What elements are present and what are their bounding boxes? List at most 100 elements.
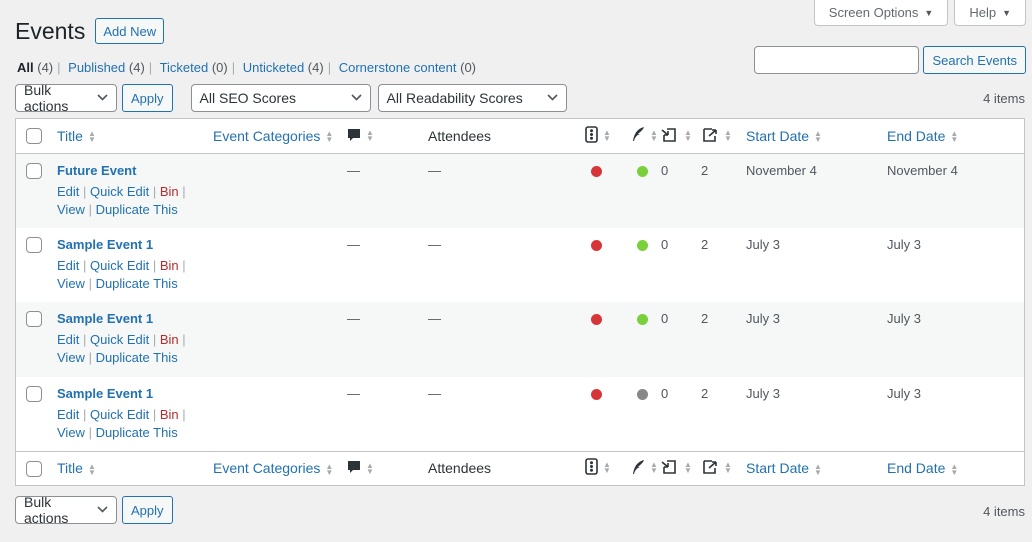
help-button[interactable]: Help ▼ [954, 0, 1026, 26]
bulk-actions-select[interactable]: Bulk actions [15, 82, 117, 114]
apply-button[interactable]: Apply [122, 496, 173, 524]
title-cell: Sample Event 1 Edit | Quick Edit | Bin |… [53, 228, 209, 303]
duplicate-link[interactable]: Duplicate This [96, 425, 178, 440]
chevron-down-icon [97, 504, 108, 516]
quick-edit-link[interactable]: Quick Edit [90, 184, 149, 199]
column-incoming-links[interactable]: ▲ ▼ [657, 119, 697, 154]
column-readability[interactable]: ▲ ▼ [627, 450, 658, 485]
duplicate-link[interactable]: Duplicate This [96, 202, 178, 217]
outgoing-links-cell: 2 [701, 311, 709, 326]
sort-arrows-icon: ▲ ▼ [325, 461, 334, 477]
quick-edit-link[interactable]: Quick Edit [90, 258, 149, 273]
title-cell: Future Event Edit | Quick Edit | Bin | V… [53, 153, 209, 228]
column-end-date-label[interactable]: End Date [887, 460, 945, 476]
edit-link[interactable]: Edit [57, 407, 79, 422]
traffic-light-icon [585, 458, 598, 478]
column-start-date-label[interactable]: Start Date [746, 128, 809, 144]
bin-link[interactable]: Bin [160, 184, 179, 199]
column-end-date-label[interactable]: End Date [887, 128, 945, 144]
event-title-link[interactable]: Sample Event 1 [57, 386, 153, 401]
add-new-button[interactable]: Add New [95, 18, 165, 44]
view-link[interactable]: View [57, 350, 85, 365]
row-checkbox[interactable] [26, 162, 42, 179]
bin-link[interactable]: Bin [160, 407, 179, 422]
column-title-label[interactable]: Title [57, 128, 83, 144]
search-events-button[interactable]: Search Events [923, 46, 1026, 74]
start-date-cell: July 3 [746, 236, 780, 252]
column-outgoing-links[interactable]: ▲ ▼ [697, 450, 742, 485]
categories-cell [209, 228, 343, 303]
column-start-date[interactable]: Start Date ▲ ▼ [742, 119, 883, 154]
filter-cornerstone[interactable]: Cornerstone content [339, 60, 457, 75]
column-seo-score[interactable]: ▲ ▼ [581, 450, 627, 485]
categories-cell [209, 153, 343, 228]
column-end-date[interactable]: End Date ▲ ▼ [883, 119, 1024, 154]
edit-link[interactable]: Edit [57, 258, 79, 273]
event-title-link[interactable]: Sample Event 1 [57, 237, 153, 252]
filter-all[interactable]: All [17, 60, 34, 75]
quick-edit-link[interactable]: Quick Edit [90, 407, 149, 422]
bin-link[interactable]: Bin [160, 258, 179, 273]
column-title[interactable]: Title ▲ ▼ [53, 119, 209, 154]
view-link[interactable]: View [57, 202, 85, 217]
sort-arrows-icon: ▲ ▼ [87, 461, 96, 477]
duplicate-link[interactable]: Duplicate This [96, 350, 178, 365]
select-all-checkbox[interactable] [26, 460, 42, 477]
bulk-actions-value: Bulk actions [24, 82, 69, 114]
column-start-date[interactable]: Start Date ▲ ▼ [742, 450, 883, 485]
column-title[interactable]: Title ▲ ▼ [53, 450, 209, 485]
edit-link[interactable]: Edit [57, 332, 79, 347]
column-categories[interactable]: Event Categories ▲ ▼ [209, 119, 343, 154]
edit-link[interactable]: Edit [57, 184, 79, 199]
view-link[interactable]: View [57, 425, 85, 440]
column-start-date-label[interactable]: Start Date [746, 460, 809, 476]
column-comments[interactable]: ▲ ▼ [343, 119, 424, 154]
filter-ticketed[interactable]: Ticketed [160, 60, 209, 75]
column-end-date[interactable]: End Date ▲ ▼ [883, 450, 1024, 485]
row-checkbox[interactable] [26, 236, 42, 253]
row-checkbox[interactable] [26, 311, 42, 327]
bulk-actions-select[interactable]: Bulk actions [15, 494, 117, 526]
screen-options-button[interactable]: Screen Options ▼ [813, 0, 949, 26]
outgoing-links-icon [701, 126, 719, 146]
filter-published[interactable]: Published [68, 60, 125, 75]
duplicate-link[interactable]: Duplicate This [96, 276, 178, 291]
search-input[interactable] [754, 46, 920, 74]
event-title-link[interactable]: Future Event [57, 163, 136, 178]
attendees-cell: — [428, 311, 441, 326]
comments-cell: — [347, 236, 360, 252]
bin-link[interactable]: Bin [160, 332, 179, 347]
readability-score-filter[interactable]: All Readability Scores [377, 84, 567, 112]
row-checkbox[interactable] [26, 385, 42, 402]
title-cell: Sample Event 1 Edit | Quick Edit | Bin |… [53, 377, 209, 452]
view-link[interactable]: View [57, 276, 85, 291]
column-outgoing-links[interactable]: ▲ ▼ [697, 119, 742, 154]
help-label: Help [969, 5, 997, 20]
filter-unticketed[interactable]: Unticketed [243, 60, 304, 75]
sort-arrows-icon: ▲ ▼ [366, 460, 374, 476]
seo-score-cell [581, 153, 627, 228]
column-categories[interactable]: Event Categories ▲ ▼ [209, 450, 343, 485]
seo-score-filter[interactable]: All SEO Scores [190, 84, 371, 112]
filter-count: (0) [211, 60, 228, 75]
column-comments[interactable]: ▲ ▼ [343, 450, 424, 485]
items-count: 4 items [983, 504, 1025, 519]
column-seo-score[interactable]: ▲ ▼ [581, 119, 627, 154]
sort-arrows-icon: ▲ ▼ [325, 129, 334, 145]
end-date-cell: July 3 [887, 385, 921, 401]
sort-arrows-icon: ▲ ▼ [684, 127, 692, 143]
column-title-label[interactable]: Title [57, 460, 83, 476]
categories-cell [209, 302, 343, 377]
column-categories-label[interactable]: Event Categories [213, 128, 320, 144]
select-all-checkbox[interactable] [26, 128, 42, 145]
column-incoming-links[interactable]: ▲ ▼ [657, 450, 697, 485]
apply-button[interactable]: Apply [122, 84, 173, 112]
column-readability[interactable]: ▲ ▼ [627, 119, 658, 154]
column-categories-label[interactable]: Event Categories [213, 460, 320, 476]
feather-icon [631, 459, 645, 478]
event-title-link[interactable]: Sample Event 1 [57, 311, 153, 326]
quick-edit-link[interactable]: Quick Edit [90, 332, 149, 347]
incoming-links-icon [661, 458, 679, 478]
screen-meta-links: Screen Options ▼ Help ▼ [813, 0, 1026, 26]
page-title: Events [15, 18, 86, 44]
